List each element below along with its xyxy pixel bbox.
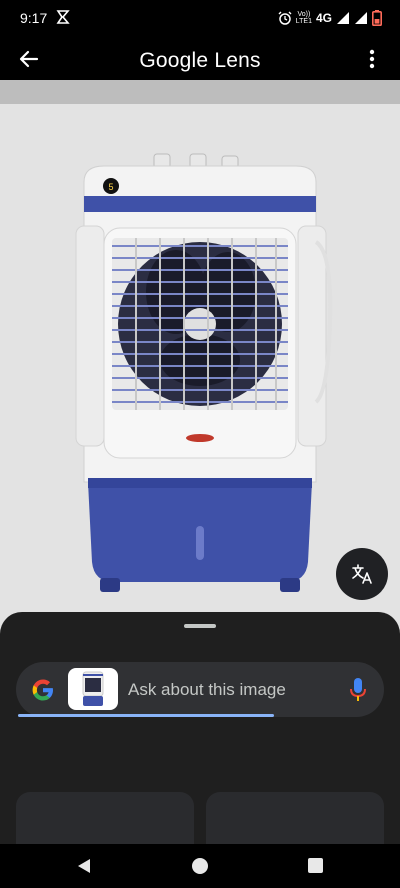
nav-home-icon[interactable] <box>192 858 208 874</box>
google-g-icon <box>32 679 53 701</box>
translate-icon <box>352 564 372 584</box>
alarm-icon <box>278 11 292 25</box>
mic-icon[interactable] <box>348 677 368 703</box>
signal-icon <box>355 12 367 24</box>
drag-handle[interactable] <box>184 624 216 628</box>
navigation-bar <box>0 844 400 888</box>
image-thumbnail[interactable] <box>68 668 118 710</box>
bottom-sheet[interactable]: Ask about this image <box>0 612 400 872</box>
status-icons: Vo)) LTE1 4G <box>278 9 382 27</box>
app-title-google: Google <box>139 49 209 72</box>
more-options-button[interactable] <box>360 46 384 72</box>
air-cooler-thumbnail <box>82 671 104 706</box>
translate-button[interactable] <box>336 548 388 600</box>
notification-icon <box>56 10 70 24</box>
network-type: 4G <box>315 11 332 25</box>
app-bar: Google Lens <box>0 36 400 80</box>
air-cooler-image: 5 <box>75 153 333 592</box>
nav-back-icon[interactable] <box>76 858 92 874</box>
signal-icon <box>337 12 349 24</box>
search-placeholder: Ask about this image <box>128 680 286 699</box>
volte-indicator: Vo)) LTE1 <box>296 11 312 25</box>
battery-icon <box>372 10 382 26</box>
app-title: Google Lens <box>0 49 400 73</box>
search-progress-bar <box>18 714 274 717</box>
volte-top-label: Vo)) <box>297 11 311 18</box>
image-top-strip <box>0 80 400 104</box>
status-bar: 9:17 Vo)) LTE1 4G <box>0 0 400 36</box>
search-bar[interactable]: Ask about this image <box>16 662 384 717</box>
app-title-lens: Lens <box>214 49 261 72</box>
nav-recents-icon[interactable] <box>308 858 323 873</box>
image-preview[interactable]: 5 <box>0 80 400 640</box>
more-vert-icon <box>369 49 375 69</box>
svg-text:5: 5 <box>108 182 113 192</box>
volte-bottom-label: LTE1 <box>295 18 312 25</box>
status-time: 9:17 <box>20 10 48 26</box>
